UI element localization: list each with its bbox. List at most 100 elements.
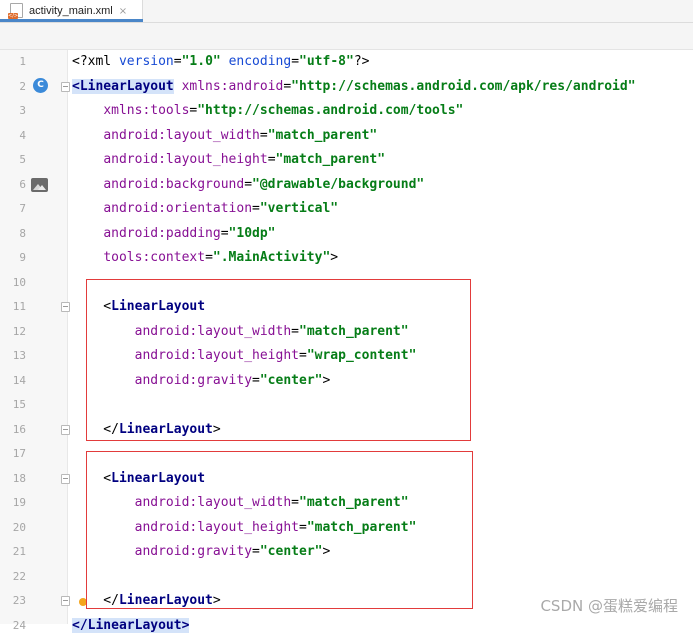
code-line[interactable]: 1<?xml version="1.0" encoding="utf-8"?> (0, 50, 693, 75)
code-token (72, 201, 103, 216)
code-token: > (330, 250, 338, 265)
line-number: 22 (0, 570, 26, 583)
code-token: "match_parent" (268, 128, 378, 143)
line-number: 14 (0, 374, 26, 387)
line-number: 6 (0, 178, 26, 191)
code-token: = (283, 79, 291, 94)
code-text: android:background="@drawable/background… (72, 177, 424, 192)
code-token: = (252, 201, 260, 216)
line-number: 16 (0, 423, 26, 436)
code-token: = (221, 226, 229, 241)
line-number: 21 (0, 545, 26, 558)
line-number: 15 (0, 398, 26, 411)
line-number: 17 (0, 447, 26, 460)
code-line[interactable]: 4 android:layout_width="match_parent" (0, 124, 693, 149)
line-number: 10 (0, 276, 26, 289)
code-token: xmlns:android (182, 79, 284, 94)
line-number: 12 (0, 325, 26, 338)
line-number: 2 (0, 80, 26, 93)
tab-label: activity_main.xml (29, 5, 113, 17)
code-token: tools:context (103, 250, 205, 265)
code-text: android:layout_height="match_parent" (72, 152, 385, 167)
code-token: = (268, 152, 276, 167)
xml-file-icon: </> (8, 3, 24, 19)
code-token: = (244, 177, 252, 192)
line-number: 24 (0, 619, 26, 632)
code-token (221, 54, 229, 69)
code-token: "1.0" (182, 54, 221, 69)
fold-marker-icon[interactable] (61, 302, 70, 312)
code-token: = (260, 128, 268, 143)
line-number: 9 (0, 251, 26, 264)
class-gutter-icon[interactable]: C (33, 78, 48, 93)
watermark: CSDN @蛋糕爱编程 (540, 595, 678, 616)
code-token: android:padding (103, 226, 220, 241)
editor-tab-bar: </> activity_main.xml × (0, 0, 693, 23)
line-number: 23 (0, 594, 26, 607)
code-token: </LinearLayout> (72, 618, 189, 633)
code-token (72, 128, 103, 143)
code-text: <LinearLayout xmlns:android="http://sche… (72, 79, 636, 94)
code-line[interactable]: 2C <LinearLayout xmlns:android="http://sc… (0, 75, 693, 100)
code-token: = (174, 54, 182, 69)
code-line[interactable]: 7 android:orientation="vertical" (0, 197, 693, 222)
code-line[interactable]: 5 android:layout_height="match_parent" (0, 148, 693, 173)
code-token: "http://schemas.android.com/apk/res/andr… (291, 79, 635, 94)
code-text: android:orientation="vertical" (72, 201, 338, 216)
tab-activity-main-xml[interactable]: </> activity_main.xml × (0, 0, 143, 22)
code-token: android:orientation (103, 201, 252, 216)
line-number: 11 (0, 300, 26, 313)
code-token: = (205, 250, 213, 265)
code-token: "@drawable/background" (252, 177, 424, 192)
close-icon[interactable]: × (119, 6, 127, 17)
code-token: <?xml (72, 54, 119, 69)
code-token: version (119, 54, 174, 69)
line-number: 18 (0, 472, 26, 485)
code-token: "10dp" (229, 226, 276, 241)
code-text: android:padding="10dp" (72, 226, 276, 241)
code-line[interactable]: 9 tools:context=".MainActivity"> (0, 246, 693, 271)
line-number: 19 (0, 496, 26, 509)
code-token: <LinearLayout (72, 79, 174, 94)
editor-toolbar (0, 23, 693, 50)
line-number: 8 (0, 227, 26, 240)
code-token: ?> (354, 54, 370, 69)
fold-marker-icon[interactable] (61, 425, 70, 435)
code-token: "match_parent" (276, 152, 386, 167)
code-token: android:layout_height (103, 152, 267, 167)
image-preview-icon[interactable] (31, 178, 48, 192)
line-number: 1 (0, 55, 26, 68)
code-line[interactable]: 24 </LinearLayout> (0, 614, 693, 638)
code-text: <?xml version="1.0" encoding="utf-8"?> (72, 54, 369, 69)
fold-marker-icon[interactable] (61, 82, 70, 92)
code-token (72, 177, 103, 192)
active-tab-indicator (0, 19, 143, 22)
code-token (72, 103, 103, 118)
code-text: tools:context=".MainActivity"> (72, 250, 338, 265)
code-text: </LinearLayout> (72, 618, 189, 633)
line-number: 4 (0, 129, 26, 142)
code-token (72, 152, 103, 167)
code-token: android:background (103, 177, 244, 192)
fold-marker-icon[interactable] (61, 474, 70, 484)
fold-marker-icon[interactable] (61, 596, 70, 606)
code-line[interactable]: 8 android:padding="10dp" (0, 222, 693, 247)
code-token: android:layout_width (103, 128, 260, 143)
code-line[interactable]: 3 xmlns:tools="http://schemas.android.co… (0, 99, 693, 124)
code-text: xmlns:tools="http://schemas.android.com/… (72, 103, 463, 118)
line-number: 3 (0, 104, 26, 117)
code-token: "utf-8" (299, 54, 354, 69)
line-number: 7 (0, 202, 26, 215)
code-token (72, 250, 103, 265)
code-token: "vertical" (260, 201, 338, 216)
code-token: encoding (229, 54, 292, 69)
code-text: android:layout_width="match_parent" (72, 128, 377, 143)
code-token (72, 226, 103, 241)
code-token: = (291, 54, 299, 69)
code-token: ".MainActivity" (213, 250, 330, 265)
highlight-box-first-linearlayout (86, 279, 471, 441)
code-line[interactable]: 6 android:background="@drawable/backgrou… (0, 173, 693, 198)
line-number: 5 (0, 153, 26, 166)
code-token: xmlns:tools (103, 103, 189, 118)
highlight-box-second-linearlayout (86, 451, 473, 609)
